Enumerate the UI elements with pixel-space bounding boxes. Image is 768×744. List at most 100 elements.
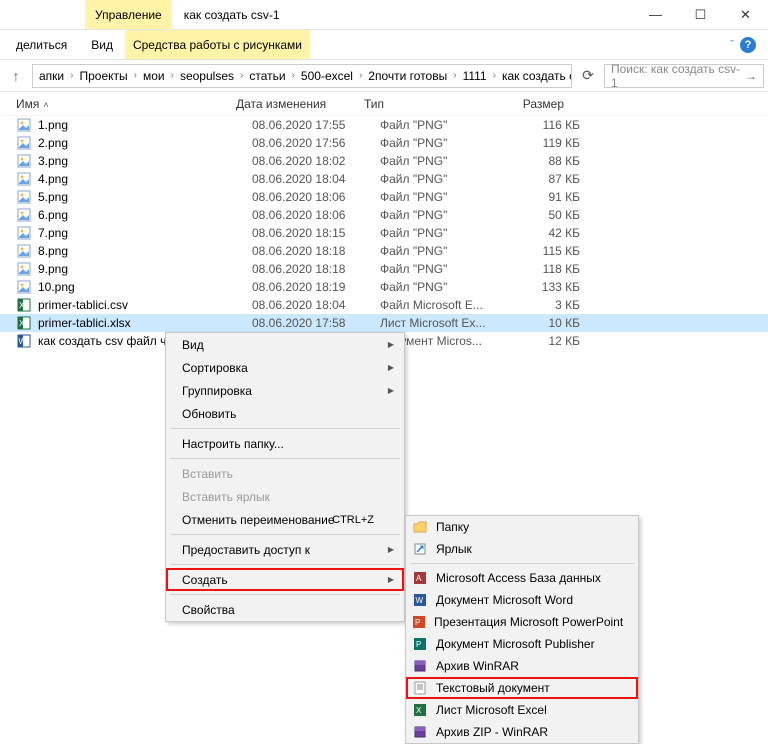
menu-separator xyxy=(170,594,400,595)
file-icon: X xyxy=(16,297,32,313)
svg-text:X: X xyxy=(416,706,422,715)
file-type: Файл "PNG" xyxy=(380,226,500,240)
menu-separator xyxy=(170,428,400,429)
breadcrumb-segment[interactable]: seopulses xyxy=(178,69,236,83)
file-type: Файл "PNG" xyxy=(380,262,500,276)
rar-icon xyxy=(412,658,428,674)
refresh-icon[interactable]: ⟳ xyxy=(576,64,600,88)
breadcrumb-segment[interactable]: мои xyxy=(141,69,167,83)
word-icon: W xyxy=(412,592,428,608)
submenu-item[interactable]: Ярлык xyxy=(406,538,638,560)
file-name: 2.png xyxy=(38,136,252,150)
file-date: 08.06.2020 18:18 xyxy=(252,244,380,258)
close-button[interactable]: ✕ xyxy=(723,0,768,29)
submenu-item[interactable]: P Документ Microsoft Publisher xyxy=(406,633,638,655)
file-type: Файл "PNG" xyxy=(380,244,500,258)
file-row[interactable]: Xprimer-tablici.csv08.06.2020 18:04Файл … xyxy=(0,296,768,314)
context-menu-item[interactable]: Группировка xyxy=(166,379,404,402)
submenu-item[interactable]: Архив ZIP - WinRAR xyxy=(406,721,638,743)
file-row[interactable]: 1.png08.06.2020 17:55Файл "PNG"116 КБ xyxy=(0,116,768,134)
ribbon-view[interactable]: Вид xyxy=(79,38,125,52)
nav-up-icon[interactable]: ↑ xyxy=(4,64,28,88)
submenu-item[interactable]: Архив WinRAR xyxy=(406,655,638,677)
context-menu-item[interactable]: Настроить папку... xyxy=(166,432,404,455)
breadcrumb-segment[interactable]: Проекты xyxy=(77,69,129,83)
file-row[interactable]: 2.png08.06.2020 17:56Файл "PNG"119 КБ xyxy=(0,134,768,152)
file-date: 08.06.2020 17:55 xyxy=(252,118,380,132)
context-menu-item[interactable]: Вид xyxy=(166,333,404,356)
context-menu-item[interactable]: Отменить переименованиеCTRL+Z xyxy=(166,508,404,531)
submenu-label: Архив ZIP - WinRAR xyxy=(436,725,548,739)
file-name: 8.png xyxy=(38,244,252,258)
file-row[interactable]: 9.png08.06.2020 18:18Файл "PNG"118 КБ xyxy=(0,260,768,278)
file-row[interactable]: 6.png08.06.2020 18:06Файл "PNG"50 КБ xyxy=(0,206,768,224)
file-name: 1.png xyxy=(38,118,252,132)
submenu-item[interactable]: Текстовый документ xyxy=(406,677,638,699)
svg-text:A: A xyxy=(416,574,422,583)
ribbon-tab-manage[interactable]: Управление xyxy=(85,0,172,29)
file-row[interactable]: Xprimer-tablici.xlsx08.06.2020 17:58Лист… xyxy=(0,314,768,332)
breadcrumb-segment[interactable]: 1111 xyxy=(461,69,489,83)
help-icon[interactable]: ? xyxy=(740,37,756,53)
file-row[interactable]: 10.png08.06.2020 18:19Файл "PNG"133 КБ xyxy=(0,278,768,296)
context-menu-item[interactable]: Обновить xyxy=(166,402,404,425)
ribbon-share[interactable]: делиться xyxy=(4,38,79,52)
file-type: Файл "PNG" xyxy=(380,118,500,132)
search-input[interactable]: Поиск: как создать csv-1 → xyxy=(604,64,764,88)
ribbon-chevron-icon[interactable]: ˇ xyxy=(730,39,734,51)
submenu-item[interactable]: AMicrosoft Access База данных xyxy=(406,567,638,589)
menu-item-label: Настроить папку... xyxy=(182,437,284,451)
submenu-item[interactable]: Папку xyxy=(406,516,638,538)
column-size[interactable]: Размер xyxy=(484,97,564,111)
file-type: Файл "PNG" xyxy=(380,208,500,222)
maximize-button[interactable]: ☐ xyxy=(678,0,723,29)
breadcrumb-segment[interactable]: как создать csv-1 xyxy=(500,69,572,83)
file-row[interactable]: 8.png08.06.2020 18:18Файл "PNG"115 КБ xyxy=(0,242,768,260)
svg-text:X: X xyxy=(19,319,25,328)
context-menu-item[interactable]: Предоставить доступ к xyxy=(166,538,404,561)
file-row[interactable]: 5.png08.06.2020 18:06Файл "PNG"91 КБ xyxy=(0,188,768,206)
file-date: 08.06.2020 17:58 xyxy=(252,316,380,330)
column-type[interactable]: Тип xyxy=(364,97,484,111)
minimize-button[interactable]: — xyxy=(633,0,678,29)
column-name[interactable]: Имя˄ xyxy=(16,97,236,111)
submenu-label: Документ Microsoft Word xyxy=(436,593,573,607)
submenu-label: Архив WinRAR xyxy=(436,659,519,673)
breadcrumb-segment[interactable]: 2почти готовы xyxy=(366,69,449,83)
file-date: 08.06.2020 18:02 xyxy=(252,154,380,168)
context-menu-item[interactable]: Создать xyxy=(166,568,404,591)
menu-separator xyxy=(170,564,400,565)
ribbon-picture-tools[interactable]: Средства работы с рисунками xyxy=(125,30,310,59)
file-size: 10 КБ xyxy=(500,316,580,330)
breadcrumb-segment[interactable]: апки xyxy=(37,69,66,83)
menu-separator xyxy=(170,458,400,459)
submenu-item[interactable]: PПрезентация Microsoft PowerPoint xyxy=(406,611,638,633)
menu-item-label: Группировка xyxy=(182,384,252,398)
ribbon-subbar: делиться Вид Средства работы с рисунками… xyxy=(0,30,768,60)
chevron-right-icon: › xyxy=(449,70,460,81)
ppt-icon: P xyxy=(412,614,426,630)
breadcrumb-segment[interactable]: 500-excel xyxy=(299,69,355,83)
column-date[interactable]: Дата изменения xyxy=(236,97,364,111)
file-date: 08.06.2020 17:56 xyxy=(252,136,380,150)
menu-item-label: Свойства xyxy=(182,603,235,617)
context-menu-item[interactable]: Свойства xyxy=(166,598,404,621)
file-row[interactable]: 7.png08.06.2020 18:15Файл "PNG"42 КБ xyxy=(0,224,768,242)
breadcrumb-segment[interactable]: статьи xyxy=(247,69,287,83)
file-date: 08.06.2020 18:04 xyxy=(252,172,380,186)
submenu-item[interactable]: XЛист Microsoft Excel xyxy=(406,699,638,721)
svg-text:W: W xyxy=(19,337,27,346)
file-icon: W xyxy=(16,333,32,349)
menu-shortcut: CTRL+Z xyxy=(332,514,374,526)
sort-indicator-icon: ˄ xyxy=(43,100,48,110)
file-size: 133 КБ xyxy=(500,280,580,294)
file-row[interactable]: 4.png08.06.2020 18:04Файл "PNG"87 КБ xyxy=(0,170,768,188)
submenu-item[interactable]: W Документ Microsoft Word xyxy=(406,589,638,611)
svg-text:P: P xyxy=(416,640,421,649)
context-menu-item[interactable]: Сортировка xyxy=(166,356,404,379)
submenu-label: Документ Microsoft Publisher xyxy=(436,637,595,651)
breadcrumb[interactable]: апки›Проекты›мои›seopulses›статьи›500-ex… xyxy=(32,64,572,88)
file-row[interactable]: 3.png08.06.2020 18:02Файл "PNG"88 КБ xyxy=(0,152,768,170)
chevron-right-icon: › xyxy=(167,70,178,81)
file-name: 10.png xyxy=(38,280,252,294)
